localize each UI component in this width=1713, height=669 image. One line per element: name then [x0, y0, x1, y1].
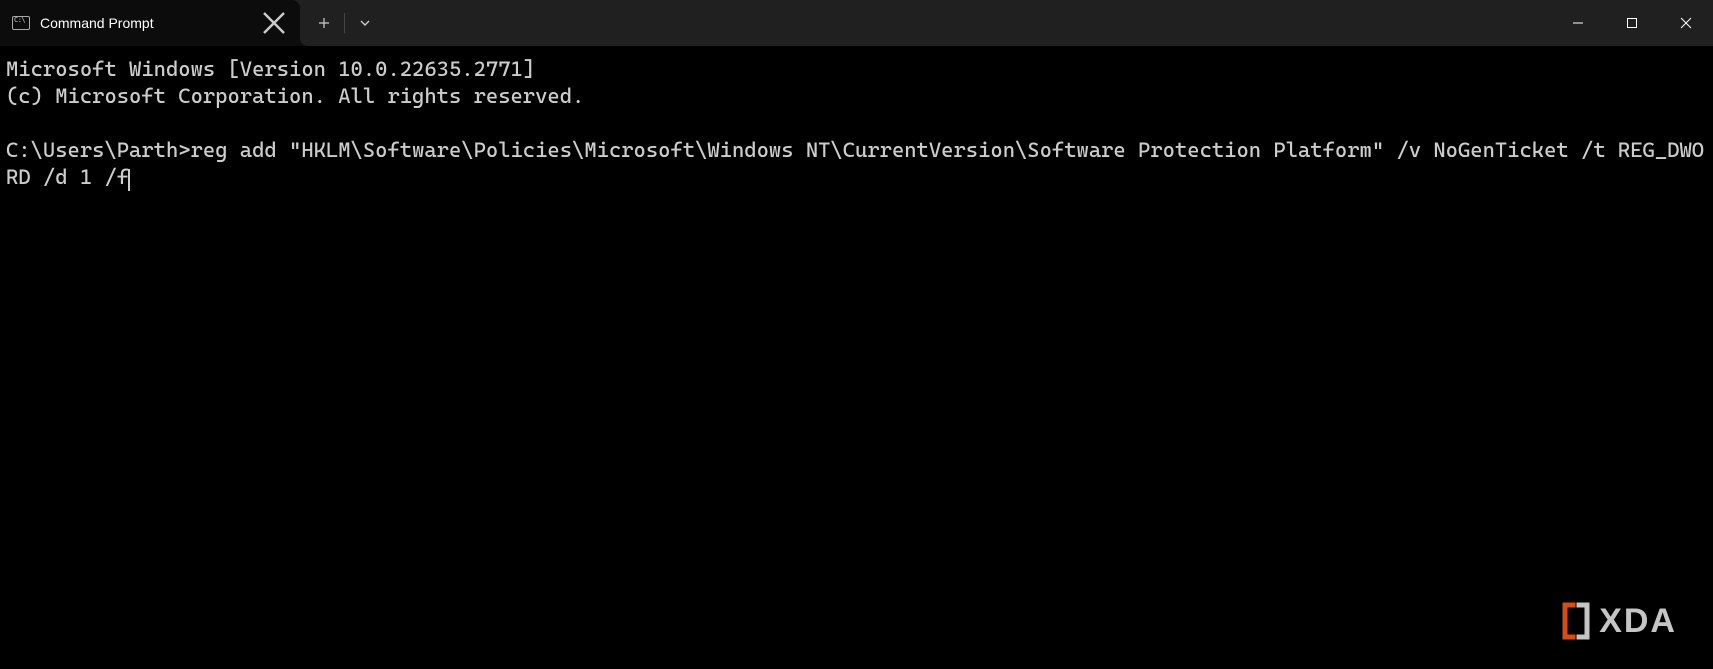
terminal-window: Command Prompt Micr: [0, 0, 1713, 669]
close-window-button[interactable]: [1659, 0, 1713, 46]
close-icon: [1680, 17, 1692, 29]
titlebar-drag-region[interactable]: [383, 0, 1551, 46]
prompt: C:\Users\Parth>: [6, 138, 191, 162]
cursor: [128, 169, 130, 191]
maximize-icon: [1626, 17, 1638, 29]
minimize-button[interactable]: [1551, 0, 1605, 46]
tab-dropdown-button[interactable]: [347, 8, 383, 38]
plus-icon: [318, 17, 330, 29]
cmd-icon: [12, 16, 30, 30]
tab-controls: [300, 0, 383, 46]
prompt-line: C:\Users\Parth>reg add "HKLM\Software\Po…: [6, 137, 1707, 191]
tab-title: Command Prompt: [40, 15, 252, 31]
new-tab-button[interactable]: [306, 8, 342, 38]
tab-active[interactable]: Command Prompt: [0, 0, 300, 46]
maximize-button[interactable]: [1605, 0, 1659, 46]
command-text: reg add "HKLM\Software\Policies\Microsof…: [6, 138, 1704, 189]
banner-line: (c) Microsoft Corporation. All rights re…: [6, 83, 1707, 110]
tab-close-button[interactable]: [262, 11, 286, 35]
watermark-text: XDA: [1599, 608, 1677, 635]
blank-line: [6, 110, 1707, 137]
titlebar: Command Prompt: [0, 0, 1713, 46]
window-controls: [1551, 0, 1713, 46]
banner-line: Microsoft Windows [Version 10.0.22635.27…: [6, 56, 1707, 83]
watermark: XDA: [1559, 601, 1677, 641]
minimize-icon: [1572, 17, 1584, 29]
divider: [344, 13, 345, 33]
xda-logo-icon: [1559, 601, 1593, 641]
terminal-output[interactable]: Microsoft Windows [Version 10.0.22635.27…: [0, 46, 1713, 669]
close-icon: [262, 11, 286, 35]
chevron-down-icon: [359, 17, 371, 29]
